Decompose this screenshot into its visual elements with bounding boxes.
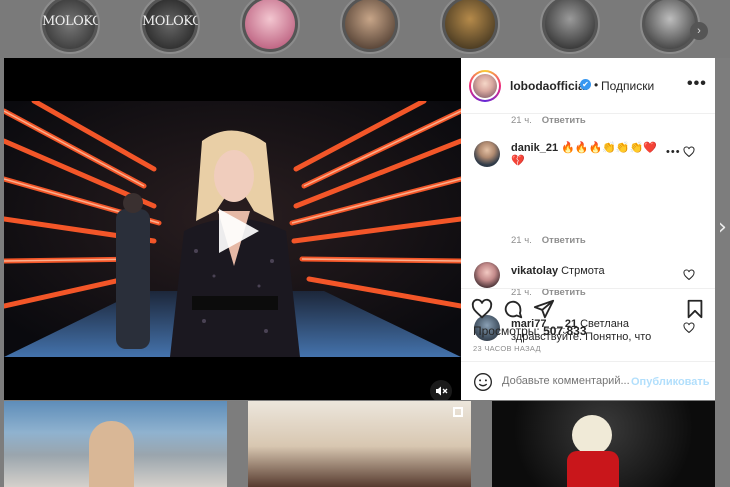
- play-icon[interactable]: [211, 205, 263, 257]
- emoji-smile-icon[interactable]: [473, 372, 493, 392]
- commenter-username[interactable]: vikatolay: [511, 265, 558, 277]
- view-count[interactable]: Просмотры: 507 833: [473, 324, 587, 338]
- mute-icon[interactable]: [430, 380, 452, 400]
- story-avatar[interactable]: [540, 0, 600, 54]
- add-comment-input[interactable]: [502, 375, 632, 387]
- comment-meta: 21 ч. Ответить: [511, 115, 586, 126]
- like-comment-heart-icon[interactable]: [683, 269, 695, 281]
- story-avatar[interactable]: [440, 0, 500, 54]
- commenter-avatar[interactable]: [474, 141, 500, 167]
- commenter-avatar[interactable]: [474, 262, 500, 288]
- story-avatar[interactable]: [340, 0, 400, 54]
- story-image: [545, 0, 595, 49]
- comment-more-icon[interactable]: •••: [666, 146, 681, 158]
- publish-button[interactable]: Опубликовать: [631, 376, 710, 388]
- comment-text: vikatolay Стрмота: [511, 265, 661, 278]
- story-image: [345, 0, 395, 49]
- reply-button[interactable]: Ответить: [542, 115, 586, 126]
- comment-body: Стрмота: [561, 265, 605, 277]
- views-label: Просмотры:: [473, 324, 540, 338]
- verified-badge-icon: ✔: [580, 79, 591, 90]
- comment-text: danik_21 🔥🔥🔥👏👏👏❤️💔: [511, 142, 661, 168]
- commenter-username[interactable]: danik_21: [511, 142, 558, 154]
- comment-meta: 21 ч. Ответить: [511, 235, 586, 246]
- post-video[interactable]: [4, 58, 461, 400]
- following-button[interactable]: Подписки: [601, 79, 654, 93]
- grid-post-tile[interactable]: [492, 401, 715, 487]
- post-timestamp[interactable]: 23 ЧАСОВ НАЗАД: [473, 344, 541, 353]
- save-bookmark-icon[interactable]: [684, 298, 706, 320]
- header-separator: •: [594, 78, 599, 92]
- views-number: 507 833: [543, 324, 587, 338]
- post-panel: lobodaofficial ✔ • Подписки ••• 21 ч. Отв…: [461, 58, 715, 400]
- author-username[interactable]: lobodaofficial: [510, 79, 588, 93]
- grid-tile-figure: [567, 451, 619, 487]
- grid-post-tile[interactable]: [248, 401, 471, 487]
- share-send-icon[interactable]: [533, 298, 555, 320]
- story-avatar[interactable]: MOLOKO: [140, 0, 200, 54]
- story-image: [645, 0, 695, 49]
- story-label: MOLOKO: [42, 14, 100, 29]
- grid-tile-figure: [89, 421, 134, 487]
- story-label: MOLOKO: [142, 14, 200, 29]
- post-actions: Просмотры: 507 833 23 ЧАСОВ НАЗАД Опубли…: [461, 288, 715, 400]
- comment-age: 21 ч.: [511, 235, 532, 246]
- next-post-chevron-icon[interactable]: ›: [718, 215, 727, 240]
- post-header: lobodaofficial ✔ • Подписки •••: [461, 58, 715, 114]
- story-avatar[interactable]: MOLOKO: [40, 0, 100, 54]
- author-avatar[interactable]: [469, 70, 501, 102]
- like-heart-icon[interactable]: [471, 298, 493, 320]
- more-options-icon[interactable]: •••: [687, 75, 707, 93]
- add-comment-bar: Опубликовать: [461, 361, 715, 401]
- reply-button[interactable]: Ответить: [542, 235, 586, 246]
- like-comment-heart-icon[interactable]: [683, 146, 695, 158]
- comment-bubble-icon[interactable]: [502, 298, 524, 320]
- grid-post-tile[interactable]: [4, 401, 227, 487]
- comment-age: 21 ч.: [511, 115, 532, 126]
- story-avatar[interactable]: [240, 0, 300, 54]
- multi-post-icon: [453, 407, 463, 417]
- avatar-image: [473, 74, 497, 98]
- story-image: [445, 0, 495, 49]
- grid-tile-figure: [572, 415, 612, 455]
- stories-next-icon[interactable]: ›: [690, 22, 708, 40]
- stories-row: MOLOKO MOLOKO ›: [0, 0, 730, 58]
- story-image: [245, 0, 295, 49]
